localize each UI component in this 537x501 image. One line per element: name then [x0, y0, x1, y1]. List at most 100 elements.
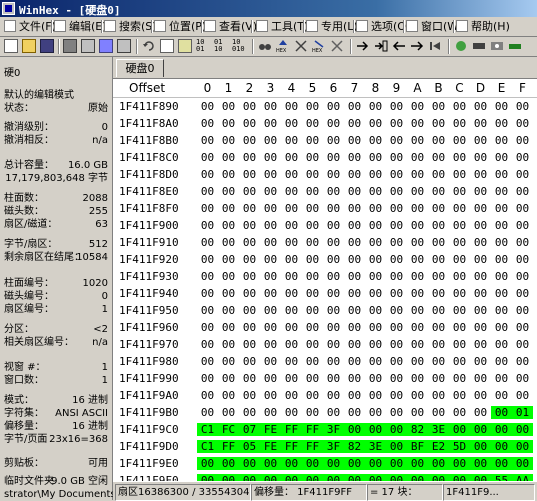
hex-byte[interactable]: 00	[512, 457, 533, 470]
hex-byte[interactable]: 00	[302, 219, 323, 232]
hex-byte[interactable]: 00	[428, 202, 449, 215]
calculator-icon[interactable]	[454, 39, 468, 53]
hex-byte[interactable]: 00	[512, 304, 533, 317]
hex-byte[interactable]: 00	[218, 372, 239, 385]
binary-copy-icon[interactable]: 10 01	[196, 39, 210, 53]
hex-byte[interactable]: 00	[491, 151, 512, 164]
hex-byte[interactable]: 00	[344, 321, 365, 334]
hex-byte[interactable]: 00	[218, 100, 239, 113]
hex-byte[interactable]: 00	[449, 372, 470, 385]
hex-byte[interactable]: 00	[302, 168, 323, 181]
hex-byte[interactable]: 00	[239, 321, 260, 334]
hex-byte[interactable]: 00	[365, 474, 386, 481]
hex-byte[interactable]: 00	[449, 117, 470, 130]
hex-byte[interactable]: 00	[386, 270, 407, 283]
hex-byte[interactable]: 00	[386, 168, 407, 181]
hex-byte[interactable]: 00	[512, 100, 533, 113]
hex-byte[interactable]: 00	[344, 219, 365, 232]
hex-byte[interactable]: 00	[407, 202, 428, 215]
hex-byte[interactable]: 00	[239, 219, 260, 232]
hex-byte[interactable]: 00	[491, 202, 512, 215]
hex-byte[interactable]: 00	[239, 117, 260, 130]
hex-byte[interactable]: 00	[302, 100, 323, 113]
hex-byte[interactable]: 00	[260, 117, 281, 130]
save-icon[interactable]	[40, 39, 54, 53]
hex-byte[interactable]: 00	[470, 474, 491, 481]
hex-byte[interactable]: 00	[260, 134, 281, 147]
hex-byte[interactable]: 00	[365, 304, 386, 317]
hex-byte[interactable]: 00	[470, 406, 491, 419]
hex-byte[interactable]: 00	[323, 321, 344, 334]
hex-byte[interactable]: 00	[365, 117, 386, 130]
hex-byte[interactable]: 00	[407, 304, 428, 317]
hex-byte[interactable]: 00	[491, 185, 512, 198]
hex-byte[interactable]: 00	[323, 287, 344, 300]
goto-sector-icon[interactable]	[374, 39, 388, 53]
hex-byte[interactable]: 00	[281, 355, 302, 368]
hex-byte[interactable]: 00	[470, 372, 491, 385]
hex-row[interactable]: 1F411F890 00 00 00 00 00 00 00 00 00 00 00 00 00 00 00 0…	[113, 98, 537, 115]
hex-row[interactable]: 1F411F9B0 00 00 00 00 00 00 00 00 00 00 00 00 00 00 00 0…	[113, 404, 537, 421]
hex-byte[interactable]: 00	[428, 100, 449, 113]
hex-row[interactable]: 1F411F9F0 00 00 00 00 00 00 00 00 00 00 00 00 00 00 55 A…	[113, 472, 537, 481]
hex-byte[interactable]: 00	[260, 355, 281, 368]
hex-byte[interactable]: 00	[218, 321, 239, 334]
hex-byte[interactable]: 00	[323, 338, 344, 351]
hex-byte[interactable]: 00	[239, 134, 260, 147]
hex-byte[interactable]: 00	[470, 168, 491, 181]
hex-byte[interactable]: 00	[407, 389, 428, 402]
hex-byte[interactable]: 00	[386, 219, 407, 232]
copy-icon[interactable]	[160, 39, 174, 53]
hex-byte[interactable]: 00	[302, 151, 323, 164]
hex-byte[interactable]: 00	[365, 253, 386, 266]
hex-byte[interactable]: 00	[197, 406, 218, 419]
hex-byte[interactable]: 00	[302, 321, 323, 334]
hex-byte[interactable]: 00	[323, 270, 344, 283]
hex-byte[interactable]: 00	[386, 100, 407, 113]
hex-byte[interactable]: 00	[386, 457, 407, 470]
hex-byte[interactable]: 00	[365, 168, 386, 181]
hex-byte[interactable]: 00	[302, 457, 323, 470]
hex-byte[interactable]: 00	[386, 389, 407, 402]
hex-byte[interactable]: 00	[449, 185, 470, 198]
hex-byte[interactable]: 00	[407, 117, 428, 130]
hex-byte[interactable]: 00	[302, 287, 323, 300]
hex-byte[interactable]: 00	[281, 304, 302, 317]
hex-byte[interactable]: 00	[302, 202, 323, 215]
winhex-app-icon[interactable]	[2, 2, 15, 15]
hex-byte[interactable]: 00	[302, 338, 323, 351]
hex-byte[interactable]: 00	[491, 270, 512, 283]
hex-row[interactable]: 1F411F980 00 00 00 00 00 00 00 00 00 00 00 00 00 00 00 0…	[113, 353, 537, 370]
hex-byte[interactable]: 00	[260, 185, 281, 198]
hex-byte[interactable]: 00	[281, 168, 302, 181]
hex-byte[interactable]: 00	[281, 219, 302, 232]
hex-byte[interactable]: 00	[428, 321, 449, 334]
hex-byte[interactable]: 00	[470, 117, 491, 130]
hex-byte[interactable]: 00	[386, 117, 407, 130]
hex-byte[interactable]: 00	[239, 457, 260, 470]
hex-byte[interactable]: 00	[218, 236, 239, 249]
hex-byte[interactable]: 00	[323, 236, 344, 249]
hex-byte[interactable]: 00	[386, 338, 407, 351]
hex-row[interactable]: 1F411F940 00 00 00 00 00 00 00 00 00 00 00 00 00 00 00 0…	[113, 285, 537, 302]
hex-byte[interactable]: 00	[365, 372, 386, 385]
binary-write-icon[interactable]: 01 10	[214, 39, 228, 53]
hex-byte[interactable]: 00	[428, 253, 449, 266]
hex-byte[interactable]: 00	[281, 406, 302, 419]
hex-byte[interactable]: 00	[323, 304, 344, 317]
hex-byte[interactable]: 00	[344, 304, 365, 317]
replace-hex-icon[interactable]: HEX	[312, 39, 326, 54]
hex-byte[interactable]: 00	[449, 423, 470, 436]
hex-byte[interactable]: 00	[344, 151, 365, 164]
hex-byte[interactable]: 05	[239, 440, 260, 453]
hex-byte[interactable]: 00	[407, 151, 428, 164]
hex-byte[interactable]: 00	[281, 270, 302, 283]
hex-byte[interactable]: 00	[428, 270, 449, 283]
hex-byte[interactable]: 00	[218, 185, 239, 198]
hex-byte[interactable]: 00	[491, 423, 512, 436]
hex-byte[interactable]: 00	[239, 287, 260, 300]
hex-byte[interactable]: 00	[197, 287, 218, 300]
hex-byte[interactable]: 00	[449, 236, 470, 249]
hex-byte[interactable]: FC	[218, 423, 239, 436]
hex-byte[interactable]: 00	[449, 168, 470, 181]
